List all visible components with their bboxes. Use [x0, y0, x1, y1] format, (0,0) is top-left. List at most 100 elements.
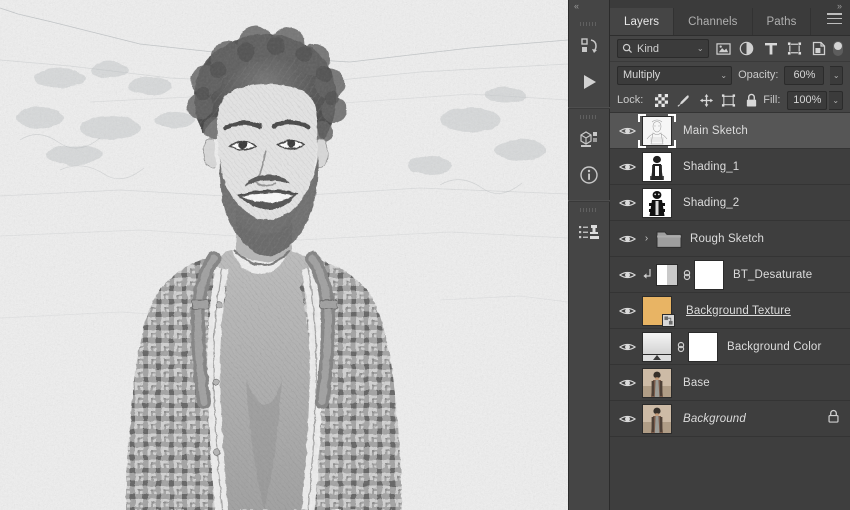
fill-input[interactable]: 100%: [787, 90, 828, 110]
photoshop-window: « Layers Channels Paths » Kind ⌄ Multipl…: [0, 0, 850, 510]
lock-image-pixels-icon[interactable]: [674, 91, 694, 110]
layer-name[interactable]: Shading_1: [683, 161, 739, 173]
smart-object-filter-icon[interactable]: [809, 39, 828, 58]
layer-filter-row: Kind ⌄: [610, 36, 850, 62]
actions-icon[interactable]: [574, 31, 604, 61]
lock-transparent-pixels-icon[interactable]: [651, 91, 671, 110]
layer-thumbnail[interactable]: [640, 403, 674, 434]
lock-position-icon[interactable]: [696, 91, 716, 110]
play-icon[interactable]: [574, 67, 604, 97]
dock-group-3d-info: [568, 108, 610, 201]
layer-thumbnail[interactable]: [640, 187, 674, 218]
layer-list[interactable]: Main Sketch Shading_1 Shading_2 › Rough …: [610, 112, 850, 510]
layer-name[interactable]: Base: [683, 377, 710, 389]
layer-locked-icon[interactable]: [827, 409, 840, 429]
layer-name[interactable]: Main Sketch: [683, 125, 748, 137]
layer-visibility-toggle[interactable]: [614, 233, 640, 245]
pixel-layer-filter-icon[interactable]: [714, 39, 733, 58]
dock-group-actions: [568, 16, 610, 108]
fill-value: 100%: [793, 94, 822, 106]
adjustment-layer-thumbnail[interactable]: [654, 260, 680, 290]
lock-artboard-nesting-icon[interactable]: [718, 91, 738, 110]
lock-row: Lock: Fill: 100% ⌄: [610, 88, 850, 112]
tab-paths[interactable]: Paths: [752, 8, 812, 35]
table-row[interactable]: › Rough Sketch: [610, 221, 850, 257]
layer-thumbnail[interactable]: [638, 113, 676, 148]
opacity-input[interactable]: 60%: [784, 65, 825, 85]
shape-layer-filter-icon[interactable]: [785, 39, 804, 58]
clipping-mask-arrow-icon: [640, 268, 654, 281]
blend-mode-select[interactable]: Multiply ⌄: [617, 65, 733, 85]
dock-group-clone: [568, 201, 610, 258]
panel-tab-bar: Layers Channels Paths »: [610, 0, 850, 36]
table-row[interactable]: Main Sketch: [610, 113, 850, 149]
layer-name[interactable]: BT_Desaturate: [733, 269, 812, 281]
table-row[interactable]: Shading_1: [610, 149, 850, 185]
layer-name[interactable]: Background Color: [727, 341, 821, 353]
table-row[interactable]: Shading_2: [610, 185, 850, 221]
tab-channels[interactable]: Channels: [674, 8, 753, 35]
group-folder-icon[interactable]: [653, 224, 685, 254]
3d-icon[interactable]: [574, 124, 604, 154]
search-icon: [622, 43, 632, 53]
selection-bracket: [668, 139, 676, 148]
opacity-value: 60%: [793, 69, 816, 81]
filter-enable-toggle[interactable]: [833, 41, 843, 56]
layers-panel: Layers Channels Paths » Kind ⌄ Multiply …: [610, 0, 850, 510]
hamburger-menu-icon[interactable]: [827, 13, 842, 24]
table-row[interactable]: Base: [610, 365, 850, 401]
dock-grip[interactable]: [580, 22, 598, 26]
layer-visibility-toggle[interactable]: [614, 269, 640, 281]
chevron-down-icon: ⌄: [696, 44, 704, 53]
table-row[interactable]: Background Texture: [610, 293, 850, 329]
chevron-down-icon: ⌄: [720, 70, 728, 80]
layer-visibility-toggle[interactable]: [614, 161, 640, 173]
panel-expand-arrow-right[interactable]: »: [837, 1, 842, 11]
layer-visibility-toggle[interactable]: [614, 341, 640, 353]
tab-layers[interactable]: Layers: [610, 8, 675, 35]
fill-stepper-chevron-icon[interactable]: ⌄: [829, 90, 843, 110]
layer-thumbnail[interactable]: [640, 367, 674, 398]
type-layer-filter-icon[interactable]: [761, 39, 780, 58]
clone-source-icon[interactable]: [574, 217, 604, 247]
layer-name[interactable]: Background: [683, 413, 746, 425]
selection-bracket: [638, 113, 646, 122]
layer-thumbnail[interactable]: [640, 295, 675, 327]
panel-collapse-arrow-left[interactable]: «: [574, 1, 579, 11]
layer-mask-thumbnail[interactable]: [694, 259, 724, 290]
layer-mask-thumbnail[interactable]: [688, 331, 718, 362]
layer-visibility-toggle[interactable]: [614, 413, 640, 425]
filter-kind-label: Kind: [637, 42, 660, 55]
selection-bracket: [638, 139, 646, 148]
layer-name-edit-field[interactable]: Background Texture: [683, 303, 794, 318]
layer-visibility-toggle[interactable]: [614, 197, 640, 209]
filter-kind-select[interactable]: Kind ⌄: [617, 39, 709, 58]
layer-name[interactable]: Rough Sketch: [690, 233, 764, 245]
tab-channels-label: Channels: [688, 15, 738, 28]
sketch-artwork: [0, 0, 568, 510]
lock-label: Lock:: [617, 94, 644, 106]
smart-object-badge-icon: [662, 313, 675, 327]
info-icon[interactable]: [574, 160, 604, 190]
mask-link-icon[interactable]: [680, 267, 694, 283]
layer-visibility-toggle[interactable]: [614, 305, 640, 317]
document-canvas[interactable]: [0, 0, 568, 510]
table-row[interactable]: BT_Desaturate: [610, 257, 850, 293]
layer-name[interactable]: Shading_2: [683, 197, 739, 209]
gradient-map-thumbnail[interactable]: [640, 331, 674, 362]
gradient-slider: [643, 353, 671, 361]
tab-paths-label: Paths: [766, 15, 797, 28]
dock-grip[interactable]: [580, 208, 598, 212]
layer-visibility-toggle[interactable]: [614, 377, 640, 389]
table-row[interactable]: Background Color: [610, 329, 850, 365]
adjustment-layer-filter-icon[interactable]: [737, 39, 756, 58]
chevron-right-icon[interactable]: ›: [640, 233, 653, 244]
layer-thumbnail[interactable]: [640, 151, 674, 182]
dock-grip[interactable]: [580, 115, 598, 119]
opacity-stepper-chevron-icon[interactable]: ⌄: [830, 65, 843, 85]
layer-visibility-toggle[interactable]: [614, 125, 640, 137]
lock-all-icon[interactable]: [741, 91, 761, 110]
blend-mode-value: Multiply: [623, 69, 661, 81]
mask-link-icon[interactable]: [674, 339, 688, 355]
table-row[interactable]: Background: [610, 401, 850, 437]
